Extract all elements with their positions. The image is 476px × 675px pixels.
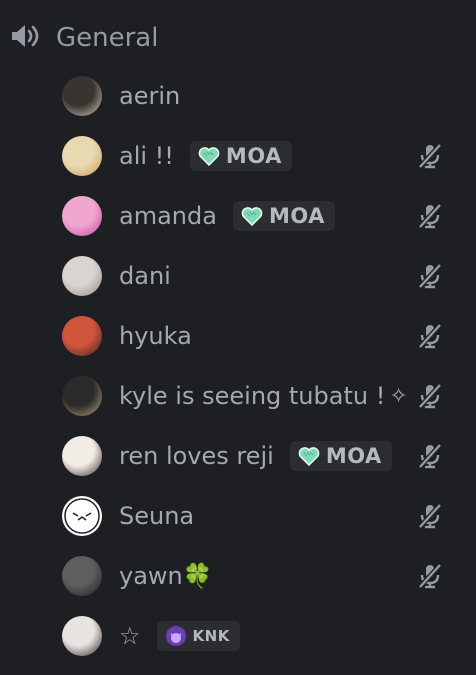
voice-user-row[interactable]: amanda MOA [0, 186, 476, 246]
username: yawn🍀 [119, 562, 213, 590]
avatar[interactable] [62, 256, 102, 296]
avatar[interactable] [62, 616, 102, 656]
username: ren loves reji [119, 442, 274, 470]
avatar[interactable] [62, 556, 102, 596]
voice-user-row[interactable]: ren loves reji MOA [0, 426, 476, 486]
muted-mic-icon [416, 502, 444, 530]
mint-heart-icon [298, 446, 320, 466]
server-tag[interactable]: KNK [156, 621, 240, 651]
username: aerin [119, 82, 181, 110]
avatar[interactable] [62, 436, 102, 476]
username: ☆ [119, 622, 141, 650]
avatar[interactable] [62, 136, 102, 176]
server-tag[interactable]: MOA [289, 441, 392, 471]
username: hyuka [119, 322, 192, 350]
muted-mic-icon [416, 202, 444, 230]
avatar[interactable] [62, 496, 102, 536]
username: Seuna [119, 502, 195, 530]
voice-user-row[interactable]: hyuka [0, 306, 476, 366]
server-tag-label: KNK [192, 627, 230, 645]
username: dani [119, 262, 171, 290]
muted-mic-icon [416, 562, 444, 590]
purple-moon-icon [165, 625, 187, 647]
speaker-icon [8, 20, 40, 56]
server-tag-label: MOA [268, 204, 325, 228]
voice-user-row[interactable]: dani [0, 246, 476, 306]
avatar[interactable] [62, 196, 102, 236]
muted-mic-icon [416, 322, 444, 350]
muted-mic-icon [416, 442, 444, 470]
voice-user-row[interactable]: yawn🍀 [0, 546, 476, 606]
server-tag-label: MOA [225, 144, 282, 168]
avatar[interactable] [62, 76, 102, 116]
username: ali !! [119, 142, 174, 170]
voice-user-row[interactable]: Seuna [0, 486, 476, 546]
sparkle-decoration: ✧ [389, 383, 408, 409]
muted-mic-icon [416, 142, 444, 170]
mint-heart-icon [241, 206, 263, 226]
voice-user-list: aerin ali !! MOA amanda MOA dani hyuka kyle is … [0, 66, 476, 666]
username: kyle is seeing tubatu ! [119, 382, 386, 410]
voice-user-row[interactable]: ☆ KNK [0, 606, 476, 666]
voice-user-row[interactable]: aerin [0, 66, 476, 126]
muted-mic-icon [416, 262, 444, 290]
username: amanda [119, 202, 217, 230]
channel-name: General [56, 23, 159, 53]
muted-mic-icon [416, 382, 444, 410]
avatar[interactable] [62, 376, 102, 416]
mint-heart-icon [198, 146, 220, 166]
voice-user-row[interactable]: ali !! MOA [0, 126, 476, 186]
avatar[interactable] [62, 316, 102, 356]
server-tag[interactable]: MOA [232, 201, 335, 231]
server-tag-label: MOA [325, 444, 382, 468]
server-tag[interactable]: MOA [189, 141, 292, 171]
voice-channel-header[interactable]: General [8, 18, 158, 58]
voice-user-row[interactable]: kyle is seeing tubatu ! ✧ [0, 366, 476, 426]
